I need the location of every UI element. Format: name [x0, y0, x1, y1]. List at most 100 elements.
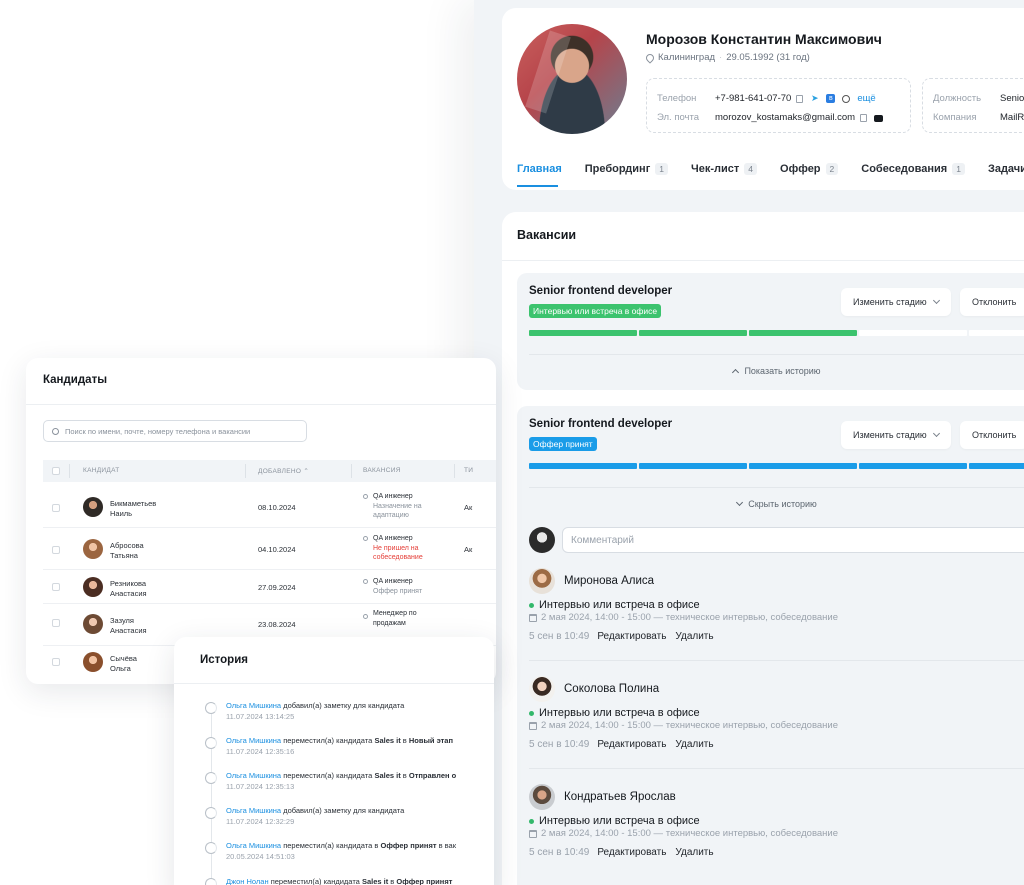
phone-row: Телефон +7-981-641-07-70 ➤ в ещё	[657, 93, 876, 104]
tab-label: Собеседования	[861, 163, 948, 175]
event-author-link[interactable]: Ольга Мишкина	[226, 771, 281, 780]
stage-progress	[529, 330, 1024, 336]
reject-button[interactable]: Отклонить	[960, 421, 1024, 449]
more-contacts-link[interactable]: ещё	[857, 93, 875, 104]
column-divider	[69, 464, 70, 478]
tab-interviews[interactable]: Собеседования 1	[861, 163, 965, 175]
author-avatar	[529, 568, 555, 594]
history-entry: Соколова Полина Интервью или встреча в о…	[529, 676, 1024, 750]
row-checkbox[interactable]	[52, 546, 60, 554]
chevron-down-icon	[932, 296, 940, 305]
column-header-type[interactable]: ТИ	[464, 467, 473, 474]
separator: ·	[719, 52, 723, 63]
table-row[interactable]: Резникова Анастасия 27.09.2024 QA инженер…	[43, 570, 496, 604]
mail-icon[interactable]	[874, 114, 884, 122]
history-panel: История Ольга Мишкина добавил(а) заметку…	[174, 637, 494, 885]
position-box: Должность Senio Компания MailR	[922, 78, 1024, 133]
hide-history-toggle[interactable]: Скрыть историю	[517, 498, 1024, 509]
event-author-link[interactable]: Ольга Мишкина	[226, 841, 281, 850]
candidate-location-row: Калининград · 29.05.1992 (31 год)	[644, 51, 810, 64]
vacancy-status: Оффер принят	[373, 587, 423, 595]
row-checkbox[interactable]	[52, 583, 60, 591]
chevron-down-icon	[736, 498, 744, 507]
tab-tasks[interactable]: Задачи7	[988, 163, 1024, 175]
phone-label: Телефон	[657, 93, 697, 104]
tab-checklist[interactable]: Чек-лист 4	[691, 163, 758, 175]
phone-value[interactable]: +7-981-641-07-70	[715, 93, 791, 104]
vacancy-title[interactable]: Senior frontend developer	[529, 285, 672, 297]
event-author-link[interactable]: Джон Нолан	[226, 877, 269, 885]
candidate-search-input[interactable]: Поиск по имени, почте, номеру телефона и…	[43, 420, 307, 442]
candidate-name: Абросова Татьяна	[110, 541, 144, 560]
divider	[529, 354, 1024, 355]
edit-button[interactable]: Редактировать	[597, 847, 666, 858]
select-all-checkbox[interactable]	[52, 467, 60, 475]
row-checkbox[interactable]	[52, 504, 60, 512]
column-divider	[454, 464, 455, 478]
progress-segment	[639, 463, 747, 469]
author-name: Миронова Алиса	[564, 575, 655, 587]
row-checkbox[interactable]	[52, 619, 60, 627]
history-entry: Кондратьев Ярослав Интервью или встреча …	[529, 784, 1024, 858]
copy-phone-icon[interactable]	[796, 94, 804, 103]
toggle-label: Скрыть историю	[748, 499, 817, 509]
row-checkbox[interactable]	[52, 658, 60, 666]
table-row[interactable]: Абросова Татьяна 04.10.2024 QA инженер Не …	[43, 528, 496, 570]
company-row: Компания MailR	[933, 112, 1024, 123]
delete-button[interactable]: Удалить	[675, 739, 713, 750]
progress-segment	[529, 463, 637, 469]
event-action: переместил(а) кандидата	[283, 736, 373, 745]
change-stage-button[interactable]: Изменить стадию	[841, 421, 951, 449]
tab-main[interactable]: Главная	[517, 163, 562, 175]
delete-button[interactable]: Удалить	[675, 631, 713, 642]
email-value[interactable]: morozov_kostamaks@gmail.com	[715, 112, 855, 123]
stage-progress	[529, 463, 1024, 469]
entry-date: 2 мая 2024, 14:00 - 15:00 — техническое …	[541, 612, 839, 623]
column-header-added[interactable]: ДОБАВЛЕНО ⌃	[258, 467, 309, 475]
tab-offer[interactable]: Оффер 2	[780, 163, 839, 175]
chevron-up-icon	[732, 368, 740, 377]
telegram-icon[interactable]: ➤	[810, 94, 820, 103]
last-name: Бикмаметьев	[110, 499, 157, 508]
viber-icon[interactable]	[842, 94, 851, 103]
vacancy-status: продажам	[373, 619, 406, 627]
author-avatar	[529, 676, 555, 702]
vk-icon[interactable]: в	[826, 94, 836, 103]
change-stage-button[interactable]: Изменить стадию	[841, 288, 951, 316]
first-name: Анастасия	[110, 625, 147, 635]
entry-stage: Интервью или встреча в офисе	[539, 815, 700, 827]
vacancy-title[interactable]: Senior frontend developer	[529, 418, 672, 430]
timeline-node-icon	[205, 702, 217, 714]
divider	[529, 487, 1024, 488]
edit-button[interactable]: Редактировать	[597, 739, 666, 750]
copy-email-icon[interactable]	[860, 113, 868, 122]
timeline-node-icon	[205, 737, 217, 749]
column-header-vacancy[interactable]: ВАКАНСИЯ	[363, 467, 401, 474]
current-user-avatar	[529, 527, 555, 553]
history-title: История	[200, 654, 248, 666]
show-history-toggle[interactable]: Показать историю	[517, 366, 1024, 377]
delete-button[interactable]: Удалить	[675, 847, 713, 858]
event-author-link[interactable]: Ольга Мишкина	[226, 806, 281, 815]
last-name: Сычёва	[110, 654, 137, 663]
author-avatar	[529, 784, 555, 810]
table-row[interactable]: Бикмаметьев Наиль 08.10.2024 QA инженер На…	[43, 486, 496, 528]
edit-button[interactable]: Редактировать	[597, 631, 666, 642]
column-header-candidate[interactable]: КАНДИДАТ	[83, 467, 120, 474]
progress-segment	[749, 463, 857, 469]
added-date: 23.08.2024	[258, 620, 296, 629]
comment-input[interactable]: Комментарий	[562, 527, 1024, 553]
first-name: Анастасия	[110, 588, 147, 598]
type-cell: Ак	[464, 545, 473, 554]
event-connector: в	[390, 877, 395, 885]
event-author-link[interactable]: Ольга Мишкина	[226, 701, 281, 710]
email-row: Эл. почта morozov_kostamaks@gmail.com	[657, 112, 884, 123]
event-author-link[interactable]: Ольга Мишкина	[226, 736, 281, 745]
column-divider	[245, 464, 246, 478]
candidate-avatar	[83, 652, 103, 672]
event-text: Ольга Мишкина переместил(а) кандидата Sa…	[226, 736, 453, 745]
event-date: 11.07.2024 12:35:13	[226, 782, 295, 791]
candidate-profile-panel: Морозов Константин Максимович Калинингра…	[474, 0, 1024, 885]
tab-preboarding[interactable]: Пребординг 1	[585, 163, 669, 175]
reject-button[interactable]: Отклонить	[960, 288, 1024, 316]
